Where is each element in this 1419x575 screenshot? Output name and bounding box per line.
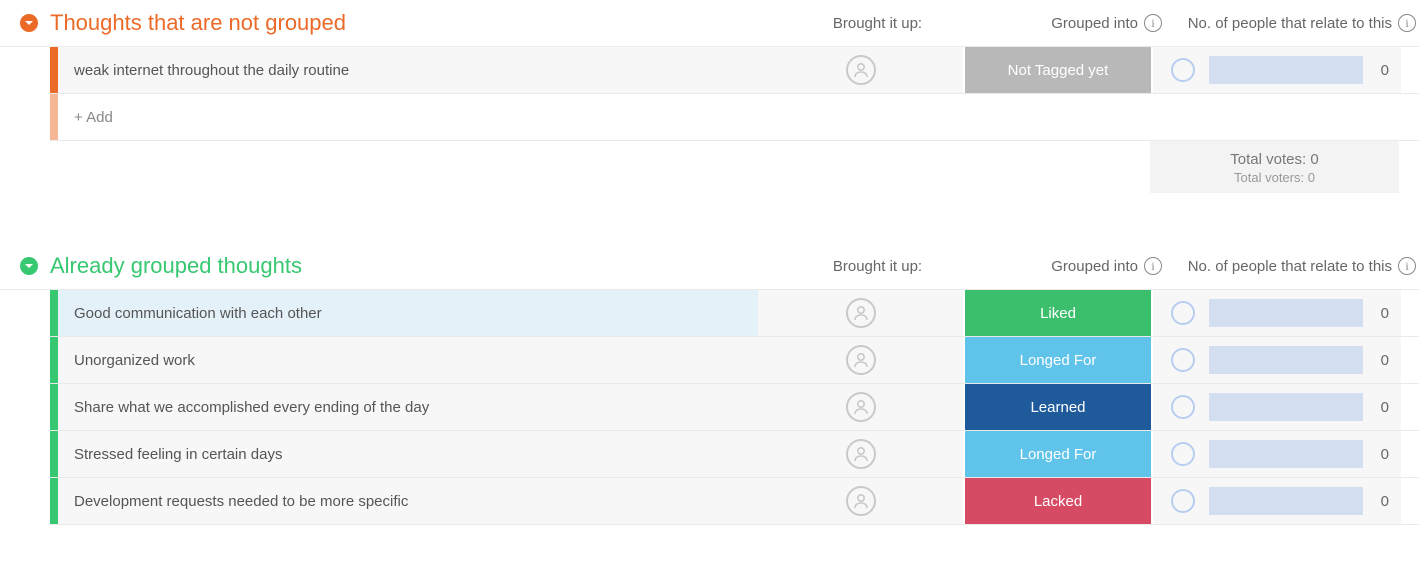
info-icon[interactable]: i [1144, 257, 1162, 275]
vote-toggle[interactable] [1171, 442, 1195, 466]
brought-cell [758, 47, 963, 93]
relate-cell: 0 [1153, 47, 1401, 93]
thought-text: Development requests needed to be more s… [58, 478, 758, 524]
thought-row[interactable]: Unorganized work Longed For 0 [50, 337, 1419, 384]
section-header-grouped: Already grouped thoughts Brought it up: … [0, 243, 1419, 290]
vote-bar [1209, 56, 1363, 84]
vote-count: 0 [1377, 493, 1389, 510]
vote-bar [1209, 299, 1363, 327]
info-icon[interactable]: i [1398, 14, 1416, 32]
relate-cell: 0 [1153, 478, 1401, 524]
vote-count: 0 [1377, 305, 1389, 322]
tag-learned[interactable]: Learned [965, 384, 1151, 430]
tag-lacked[interactable]: Lacked [965, 478, 1151, 524]
chevron-down-icon [24, 18, 34, 28]
thought-row[interactable]: Share what we accomplished every ending … [50, 384, 1419, 431]
vote-bar [1209, 440, 1363, 468]
vote-count: 0 [1377, 62, 1389, 79]
thought-row[interactable]: Development requests needed to be more s… [50, 478, 1419, 525]
vote-toggle[interactable] [1171, 58, 1195, 82]
add-label: + Add [58, 94, 1419, 140]
vote-bar [1209, 487, 1363, 515]
thought-text: Share what we accomplished every ending … [58, 384, 758, 430]
brought-cell [758, 384, 963, 430]
tag-liked[interactable]: Liked [965, 290, 1151, 336]
tag-longed[interactable]: Longed For [965, 431, 1151, 477]
avatar-icon [846, 55, 876, 85]
collapse-toggle-grouped[interactable] [20, 257, 38, 275]
vote-toggle[interactable] [1171, 489, 1195, 513]
avatar-icon [846, 392, 876, 422]
vote-toggle[interactable] [1171, 395, 1195, 419]
column-header-brought: Brought it up: [775, 258, 980, 275]
thought-row[interactable]: weak internet throughout the daily routi… [50, 47, 1419, 94]
column-header-relate: No. of people that relate to this i [1168, 14, 1416, 32]
info-icon[interactable]: i [1144, 14, 1162, 32]
brought-cell [758, 337, 963, 383]
brought-cell [758, 478, 963, 524]
column-header-relate: No. of people that relate to this i [1168, 257, 1416, 275]
relate-cell: 0 [1153, 290, 1401, 336]
relate-cell: 0 [1153, 337, 1401, 383]
section-header-ungrouped: Thoughts that are not grouped Brought it… [0, 0, 1419, 47]
vote-toggle[interactable] [1171, 301, 1195, 325]
vote-count: 0 [1377, 352, 1389, 369]
brought-cell [758, 431, 963, 477]
thought-text: weak internet throughout the daily routi… [58, 47, 758, 93]
row-stripe [50, 94, 58, 140]
avatar-icon [846, 298, 876, 328]
tag-longed[interactable]: Longed For [965, 337, 1151, 383]
avatar-icon [846, 486, 876, 516]
section-title: Already grouped thoughts [50, 253, 302, 279]
info-icon[interactable]: i [1398, 257, 1416, 275]
add-row[interactable]: + Add [50, 94, 1419, 141]
row-stripe [50, 431, 58, 477]
vote-count: 0 [1377, 399, 1389, 416]
thought-text: Good communication with each other [58, 290, 758, 336]
column-header-grouped: Grouped into i [980, 14, 1168, 32]
vote-count: 0 [1377, 446, 1389, 463]
tag-not-tagged[interactable]: Not Tagged yet [965, 47, 1151, 93]
section-grouped: Already grouped thoughts Brought it up: … [0, 243, 1419, 525]
row-stripe [50, 384, 58, 430]
collapse-toggle-ungrouped[interactable] [20, 14, 38, 32]
avatar-icon [846, 345, 876, 375]
thought-row[interactable]: Stressed feeling in certain days Longed … [50, 431, 1419, 478]
thought-row[interactable]: Good communication with each other Liked… [50, 290, 1419, 337]
total-votes: Total votes: 0 [1150, 151, 1399, 168]
vote-bar [1209, 346, 1363, 374]
vote-toggle[interactable] [1171, 348, 1195, 372]
chevron-down-icon [24, 261, 34, 271]
row-stripe [50, 337, 58, 383]
relate-cell: 0 [1153, 431, 1401, 477]
thought-text: Stressed feeling in certain days [58, 431, 758, 477]
avatar-icon [846, 439, 876, 469]
row-stripe [50, 47, 58, 93]
thought-text: Unorganized work [58, 337, 758, 383]
relate-cell: 0 [1153, 384, 1401, 430]
section-title: Thoughts that are not grouped [50, 10, 346, 36]
brought-cell [758, 290, 963, 336]
row-stripe [50, 290, 58, 336]
vote-bar [1209, 393, 1363, 421]
section-ungrouped: Thoughts that are not grouped Brought it… [0, 0, 1419, 193]
column-header-brought: Brought it up: [775, 15, 980, 32]
row-stripe [50, 478, 58, 524]
total-voters: Total voters: 0 [1150, 170, 1399, 185]
column-header-grouped: Grouped into i [980, 257, 1168, 275]
totals-box: Total votes: 0 Total voters: 0 [1150, 141, 1399, 193]
